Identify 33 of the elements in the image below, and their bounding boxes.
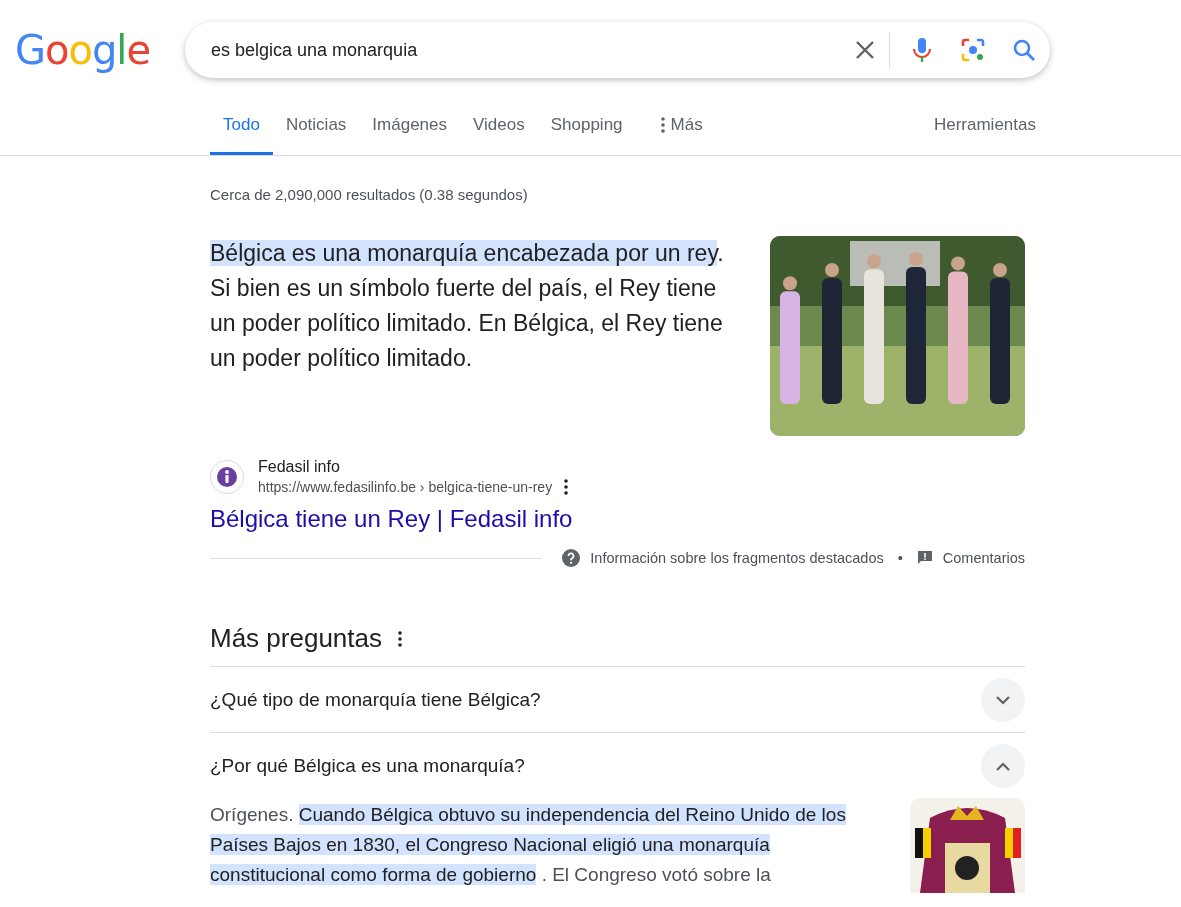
more-icon[interactable] — [564, 479, 569, 495]
close-icon[interactable] — [855, 40, 875, 60]
more-icon — [660, 117, 665, 133]
tools-button[interactable]: Herramientas — [933, 115, 1036, 155]
site-name: Fedasil info — [258, 458, 341, 476]
search-icon[interactable] — [1012, 38, 1036, 62]
tab[interactable]: Noticias — [272, 115, 360, 155]
separator: • — [897, 550, 903, 566]
feedback-icon[interactable] — [916, 550, 933, 566]
question[interactable]: ¿Por qué Bélgica es una monarquía? — [210, 754, 525, 777]
help-icon[interactable] — [562, 549, 581, 567]
section-title: Más preguntas — [210, 623, 382, 654]
question[interactable]: ¿Qué tipo de monarquía tiene Bélgica? — [210, 688, 541, 711]
site-favicon-icon — [210, 459, 244, 494]
tab[interactable]: Todo — [210, 115, 273, 155]
search-field[interactable]: es belgica una monarquia — [211, 39, 841, 61]
chevron-icon — [995, 694, 1011, 705]
tab[interactable]: Videos — [460, 115, 538, 155]
site-url: https://www.fedasilinfo.be › belgica-tiene-un-rey — [258, 479, 553, 495]
more-icon[interactable] — [398, 630, 402, 647]
tab[interactable]: Imágenes — [359, 115, 460, 155]
microphone-icon[interactable] — [910, 37, 934, 63]
feedback-link[interactable]: Comentarios — [942, 550, 1025, 566]
chevron-icon — [995, 760, 1011, 771]
about-link[interactable]: Información sobre los fragmentos destacados — [590, 550, 884, 566]
featured-snippet: Bélgica es una monarquía encabezada por un rey. Si bien es un símbolo fuerte del país, el Rey tiene un poder político limitado. En Bélgica, el Rey tiene un poder político limitado. — [210, 239, 725, 373]
tab[interactable]: Más — [647, 115, 716, 155]
logo[interactable]: Google — [15, 27, 185, 73]
tab[interactable]: Shopping — [537, 115, 636, 155]
result-stats: Cerca de 2,090,000 resultados (0.38 segundos) — [210, 186, 529, 203]
answer-text: Orígenes. Cuando Bélgica obtuvo su independencia del Reino Unido de los Países Bajos en 1830, el Congreso Nacional eligió una monarquía constitucional como forma de gobierno . El Congreso votó sobre la — [210, 803, 847, 887]
result-link[interactable]: Bélgica tiene un Rey | Fedasil info — [210, 505, 573, 533]
camera-icon[interactable] — [960, 37, 986, 63]
